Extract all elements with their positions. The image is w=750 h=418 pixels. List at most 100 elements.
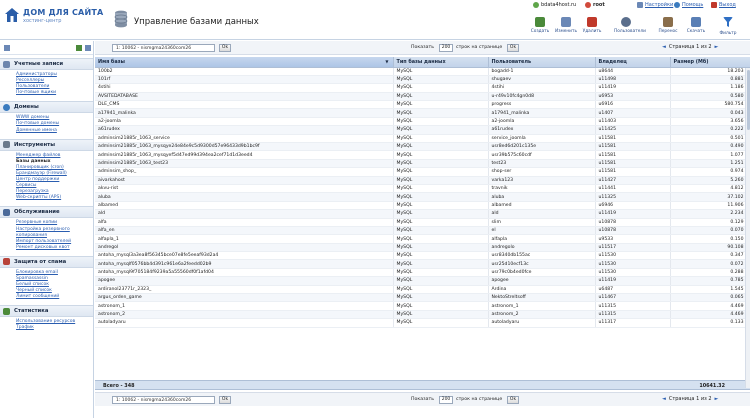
table-row[interactable]: alfapla_1 MySQL alfapla u9533 0.150 xyxy=(95,234,750,244)
sidebar-expand-icon[interactable] xyxy=(76,45,82,51)
cell-db-name[interactable]: 101rf xyxy=(95,75,394,85)
settings-link[interactable]: Настройки xyxy=(637,2,673,8)
next-page-icon[interactable]: ► xyxy=(715,396,719,402)
cell-db-name[interactable]: ardiranol23771r_2323_ xyxy=(95,285,394,295)
per-page-ok-button-bottom[interactable]: Ok xyxy=(507,396,519,404)
table-row[interactable]: antoha_mysqlf0576bb4d391c961e6a2feedd02b… xyxy=(95,259,750,269)
logo[interactable]: ДОМ ДЛЯ САЙТА хостинг-центр xyxy=(4,5,103,31)
tool-filter-button[interactable]: Фильтр xyxy=(716,17,740,36)
column-header-type[interactable]: Тип базы данных xyxy=(393,57,489,68)
cell-db-name[interactable]: autoladyaru xyxy=(95,318,394,328)
table-row[interactable]: antoha_mysql9f705184f9239a5a55560df0f1af… xyxy=(95,268,750,278)
sidebar-item-backup-settings[interactable]: Настройка резервного копирования xyxy=(16,227,90,239)
sidebar-head-accounts[interactable]: Учетные записи xyxy=(0,58,93,70)
help-link[interactable]: Помощь xyxy=(674,2,703,8)
table-row[interactable]: 100b2 MySQL bogadd-1 u8644 18.203 xyxy=(95,67,750,76)
cell-db-name[interactable]: DLE_CMS xyxy=(95,100,394,110)
table-row[interactable]: andregol MySQL andregolo u11517 90.108 xyxy=(95,243,750,253)
sidebar-head-stats[interactable]: Статистика xyxy=(0,305,93,318)
table-row[interactable]: apogee MySQL apogee u11419 0.785 xyxy=(95,276,750,286)
sidebar-head-antispam[interactable]: Защита от спама xyxy=(0,255,93,268)
cell-db-name[interactable]: antoha_mysql9f705184f9239a5a55560df0f1af… xyxy=(95,268,394,278)
cell-db-name[interactable]: a61rudex xyxy=(95,125,394,135)
cell-db-name[interactable]: alfa xyxy=(95,218,394,227)
sidebar-item-mailboxes[interactable]: Почтовые ящики xyxy=(16,90,93,96)
select-ok-button-bottom[interactable]: Ok xyxy=(219,396,231,404)
select-ok-button[interactable]: Ok xyxy=(219,44,231,52)
cell-db-name[interactable]: a17941_malinka xyxy=(95,108,394,118)
cell-db-name[interactable]: AVSITEDATABASE xyxy=(95,92,394,102)
per-page-input[interactable]: 200 xyxy=(439,44,453,52)
table-row[interactable]: a61rudex MySQL a61rudex u11425 0.222 xyxy=(95,125,750,135)
cell-db-name[interactable]: astronom_1 xyxy=(95,301,394,311)
prev-page-icon[interactable]: ◄ xyxy=(662,44,666,50)
cell-db-name[interactable]: a2-joomla xyxy=(95,117,394,127)
table-row[interactable]: akvu-rist MySQL travnik u11441 4.812 xyxy=(95,184,750,194)
sidebar-head-domains[interactable]: Домены xyxy=(0,101,93,114)
table-row[interactable]: astronom_2 MySQL astronom_2 u11315 4.469 xyxy=(95,310,750,320)
table-row[interactable]: argus_orden_game MySQL NektoStreltsoff u114… xyxy=(95,293,750,303)
per-page-ok-button[interactable]: Ok xyxy=(507,44,519,52)
column-header-owner[interactable]: Владелец xyxy=(595,57,671,68)
table-row[interactable]: aivarkahost MySQL varka123 u11427 5.260 xyxy=(95,176,750,185)
table-row[interactable]: AVSITEDATABASE MySQL u-r49v10fc4gn0d8 u6953… xyxy=(95,92,750,102)
table-row[interactable]: alfa MySQL slim u10878 0.129 xyxy=(95,218,750,227)
table-row[interactable]: adminsim21885r_1063_service MySQL service_… xyxy=(95,134,750,144)
cell-db-name[interactable]: adminsim_shop_ xyxy=(95,167,394,177)
cell-db-name[interactable]: argus_orden_game xyxy=(95,293,394,303)
table-row[interactable]: alfa_en MySQL el u10878 0.070 xyxy=(95,226,750,236)
cell-db-name[interactable]: 4stihi xyxy=(95,83,394,93)
cell-db-name[interactable]: alfa_en xyxy=(95,226,394,236)
tool-download-button[interactable]: Скачать xyxy=(684,17,708,34)
cell-db-name[interactable]: adminsim21885r_1063_test23 xyxy=(95,159,394,169)
sidebar-item-traffic[interactable]: Трафик xyxy=(16,325,93,331)
table-row[interactable]: adminsim21885r_1063_mysqyef5d47ed99d394e… xyxy=(95,150,750,160)
table-row[interactable]: adminsim21885r_1063_mysqye24e84e9c5d9300… xyxy=(95,142,750,152)
tool-edit-button[interactable]: Изменить xyxy=(554,17,578,34)
prev-page-icon[interactable]: ◄ xyxy=(662,396,666,402)
user-indicator[interactable]: root xyxy=(585,2,605,8)
table-row[interactable]: adminsim21885r_1063_test23 MySQL test23 u11… xyxy=(95,159,750,169)
cell-db-name[interactable]: antoha_mysql3a3ea8f56345bce07e8fe5eeaf93… xyxy=(95,251,394,261)
database-select-bottom[interactable]: 1: 10062 - nismgma24360com26 xyxy=(112,396,215,404)
table-row[interactable]: 101rf MySQL shugaev u11498 0.881 xyxy=(95,75,750,85)
table-row[interactable]: a17941_malinka MySQL a17941_malinka u1407 0.… xyxy=(95,108,750,118)
cell-db-name[interactable]: ald xyxy=(95,209,394,219)
table-row[interactable]: adminsim_shop_ MySQL shop-ser u11581 0.974 xyxy=(95,167,750,177)
tool-create-button[interactable]: Создать xyxy=(528,17,552,34)
database-select[interactable]: 1: 10062 - nismgma24360com26 xyxy=(112,44,215,52)
sidebar-head-tools[interactable]: Инструменты xyxy=(0,138,93,151)
column-header-size[interactable]: Размер (Мб) xyxy=(670,57,750,68)
cell-db-name[interactable]: albamed xyxy=(95,201,394,211)
table-row[interactable]: DLE_CMS MySQL progress u6916 580.754 xyxy=(95,100,750,110)
column-header-name[interactable]: Имя базы ▼ xyxy=(95,57,394,68)
table-row[interactable]: autoladyaru MySQL autoladyaru u11317 0.133 xyxy=(95,318,750,328)
table-scrollbar[interactable] xyxy=(745,68,750,388)
next-page-icon[interactable]: ► xyxy=(715,44,719,50)
column-header-user[interactable]: Пользователь xyxy=(488,57,596,68)
table-row[interactable]: astronom_1 MySQL astronom_1 u11315 4.469 xyxy=(95,301,750,311)
sidebar-item-domain-names[interactable]: Доменные имена xyxy=(16,128,93,134)
sidebar-item-disk-quotas[interactable]: Ремонт дисковых квот xyxy=(16,245,93,251)
sidebar-list-icon[interactable] xyxy=(4,45,10,51)
cell-db-name[interactable]: adminsim21885r_1063_mysqyef5d47ed99d394e… xyxy=(95,150,394,160)
table-row[interactable]: ald MySQL ald u11419 2.234 xyxy=(95,209,750,219)
table-row[interactable]: a2-joomla MySQL a2-joomla u11403 3.656 xyxy=(95,117,750,127)
cell-db-name[interactable]: alfapla_1 xyxy=(95,234,394,244)
sidebar-head-maintenance[interactable]: Обслуживание xyxy=(0,206,93,219)
tool-transfer-button[interactable]: Перенос xyxy=(656,17,680,34)
cell-db-name[interactable]: adminsim21885r_1063_mysqye24e84e9c5d9300… xyxy=(95,142,394,152)
tool-users-button[interactable]: Пользователи xyxy=(614,17,646,34)
table-row[interactable]: antoha_mysql3a3ea8f56345bce07e8fe5eeaf93… xyxy=(95,251,750,261)
cell-db-name[interactable]: astronom_2 xyxy=(95,310,394,320)
cell-db-name[interactable]: adminsim21885r_1063_service xyxy=(95,134,394,144)
cell-db-name[interactable]: 100b2 xyxy=(95,67,394,76)
sidebar-item-web-scripts[interactable]: Web-скрипты (APS) xyxy=(16,195,93,201)
logout-link[interactable]: Выход xyxy=(711,2,736,8)
tool-delete-button[interactable]: Удалить xyxy=(580,17,604,34)
table-row[interactable]: ardiranol23771r_2323_ MySQL Ardina u6487 1.5… xyxy=(95,285,750,295)
sidebar-item-message-limit[interactable]: Лимит сообщений xyxy=(16,294,93,300)
cell-db-name[interactable]: antoha_mysqlf0576bb4d391c961e6a2feedd02b… xyxy=(95,259,394,269)
cell-db-name[interactable]: apogee xyxy=(95,276,394,286)
sidebar-collapse-icon[interactable] xyxy=(85,45,91,51)
